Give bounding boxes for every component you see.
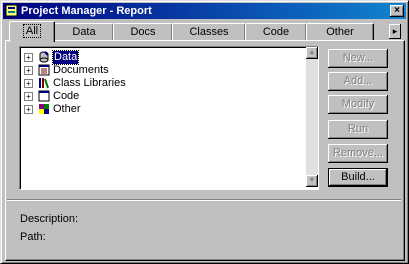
project-manager-window: Project Manager - Report × All Data Docs…	[0, 0, 409, 264]
remove-button[interactable]: Remove...	[328, 144, 388, 163]
modify-button[interactable]: Modify	[328, 95, 388, 114]
project-tree[interactable]: + Data + Documents + Class Libraries + C…	[19, 46, 319, 190]
tab-strip: All Data Docs Classes Code Other ▸	[5, 21, 405, 42]
description-label: Description:	[20, 213, 79, 225]
close-icon[interactable]: ×	[390, 5, 404, 17]
expand-icon[interactable]: +	[24, 105, 33, 114]
title-bar[interactable]: Project Manager - Report ×	[3, 3, 406, 19]
class-libraries-icon	[38, 77, 50, 89]
divider	[7, 199, 401, 201]
new-button[interactable]: New...	[328, 49, 388, 68]
expand-icon[interactable]: +	[24, 92, 33, 101]
scroll-down-icon[interactable]: ▼	[306, 175, 318, 187]
build-button[interactable]: Build...	[328, 168, 388, 187]
tab-label: Data	[72, 26, 96, 38]
tab-classes[interactable]: Classes	[172, 23, 246, 41]
documents-icon	[38, 64, 50, 76]
expand-icon[interactable]: +	[24, 79, 33, 88]
tree-item-label: Data	[51, 50, 80, 65]
add-button[interactable]: Add...	[328, 72, 388, 91]
tab-other[interactable]: Other	[306, 23, 374, 41]
tree-item-label: Class Libraries	[53, 77, 126, 89]
scroll-up-icon[interactable]: ▲	[306, 47, 318, 59]
tab-all[interactable]: All	[9, 21, 55, 42]
tab-label: Other	[326, 26, 354, 38]
tab-label: Classes	[189, 26, 229, 38]
project-manager-icon	[5, 4, 18, 17]
tab-data[interactable]: Data	[54, 23, 114, 41]
tab-label: All	[22, 24, 42, 38]
tab-label: Docs	[130, 26, 156, 38]
tab-code[interactable]: Code	[245, 23, 307, 41]
tree-item-label: Other	[53, 103, 81, 115]
code-icon	[38, 90, 50, 102]
window-title: Project Manager - Report	[21, 5, 152, 17]
run-button[interactable]: Run	[328, 120, 388, 139]
expand-icon[interactable]: +	[24, 66, 33, 75]
path-label: Path:	[20, 231, 46, 243]
tab-docs[interactable]: Docs	[113, 23, 173, 41]
expand-icon[interactable]: +	[24, 53, 33, 62]
tab-scroll-right-icon[interactable]: ▸	[389, 24, 401, 39]
other-icon	[38, 103, 50, 115]
tree-item-label: Code	[53, 90, 80, 102]
tab-label: Code	[262, 26, 290, 38]
database-icon	[38, 51, 50, 63]
tree-vertical-scrollbar[interactable]: ▲ ▼	[306, 47, 318, 187]
tree-item-label: Documents	[53, 64, 109, 76]
